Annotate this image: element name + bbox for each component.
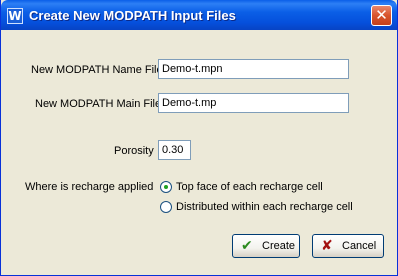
dialog-window: W Create New MODPATH Input Files ✕ New M…: [0, 0, 398, 276]
main-file-input[interactable]: Demo-t.mp: [158, 93, 349, 113]
x-icon: ✘: [321, 238, 333, 254]
porosity-input[interactable]: 0.30: [158, 140, 191, 160]
window-title: Create New MODPATH Input Files: [29, 8, 236, 23]
create-button[interactable]: ✔ Create: [232, 234, 300, 258]
radio-distributed[interactable]: [160, 201, 172, 213]
create-button-label: Create: [262, 240, 296, 252]
close-button[interactable]: ✕: [371, 5, 392, 26]
recharge-label: Where is recharge applied: [25, 181, 154, 193]
close-icon: ✕: [375, 6, 388, 24]
title-bar[interactable]: W Create New MODPATH Input Files ✕: [1, 0, 397, 30]
radio-top-face[interactable]: [160, 181, 172, 193]
porosity-label: Porosity: [114, 145, 154, 157]
name-file-label: New MODPATH Name File: [31, 64, 163, 76]
name-file-input[interactable]: Demo-t.mpn: [158, 59, 349, 79]
main-file-label: New MODPATH Main File: [35, 98, 162, 110]
radio-selected-dot: [164, 185, 168, 189]
check-icon: ✔: [241, 238, 253, 254]
app-icon: W: [7, 8, 23, 24]
cancel-button-label: Cancel: [342, 240, 377, 252]
radio-top-face-label[interactable]: Top face of each recharge cell: [176, 181, 323, 193]
cancel-button[interactable]: ✘ Cancel: [312, 234, 384, 258]
radio-distributed-label[interactable]: Distributed within each recharge cell: [176, 201, 353, 213]
